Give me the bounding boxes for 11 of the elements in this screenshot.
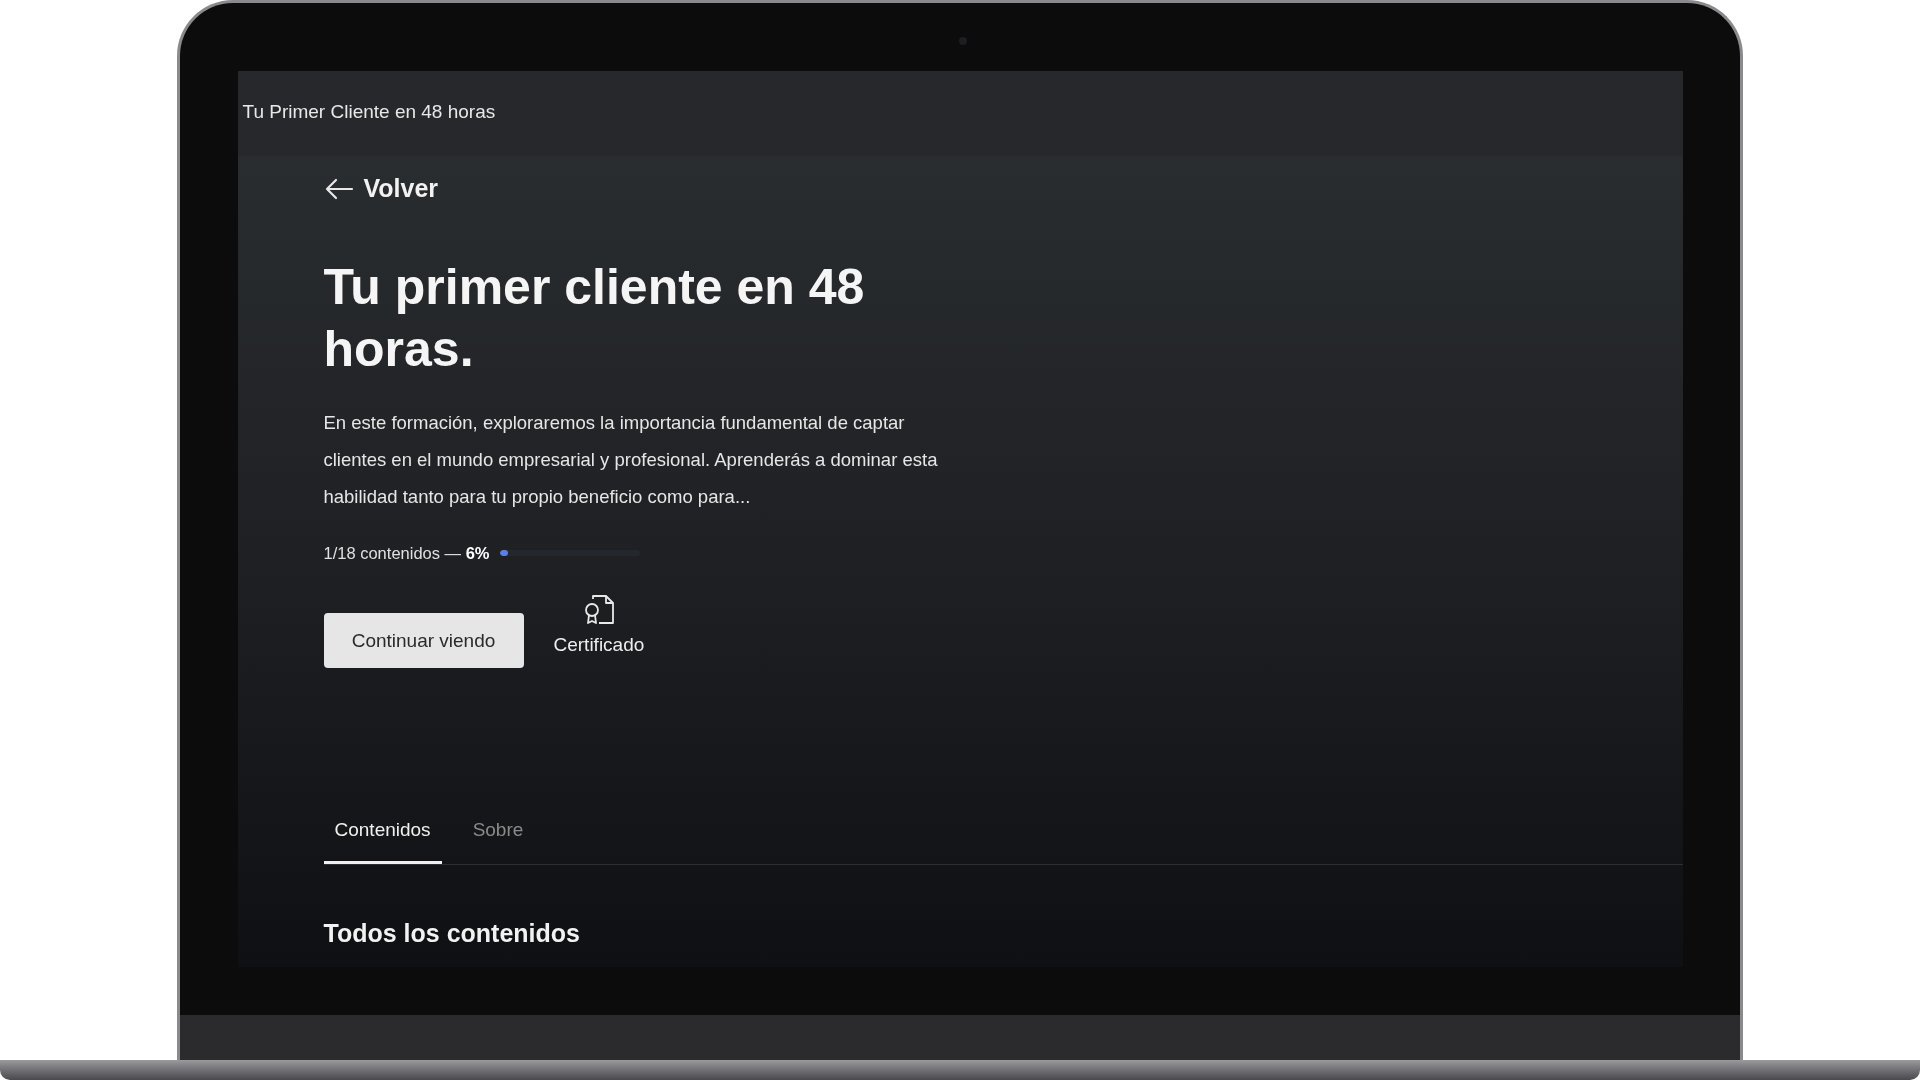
tab[interactable]: Sobre bbox=[461, 816, 535, 864]
course-description: En este formación, exploraremos la importancia fundamental de captar clientes en el mundo empresarial y profesional. Aprenderás a dominar esta habilidad tanto para tu propio beneficio como para... bbox=[323, 410, 939, 509]
window-title: Tu Primer Cliente en 48 horas bbox=[242, 99, 496, 124]
tab[interactable]: Contenidos bbox=[323, 816, 442, 864]
back-arrow-icon bbox=[323, 176, 354, 201]
continue-button[interactable]: Continuar viendo bbox=[323, 613, 524, 669]
section-title: Todos los contenidos bbox=[323, 917, 581, 949]
back-link[interactable]: Volver bbox=[323, 170, 439, 208]
certificate-button[interactable]: Certificado bbox=[553, 592, 645, 659]
course-title: Tu primer cliente en 48 horas. bbox=[323, 257, 866, 379]
progress-text: 1/18 contenidos — 6% bbox=[323, 542, 490, 564]
